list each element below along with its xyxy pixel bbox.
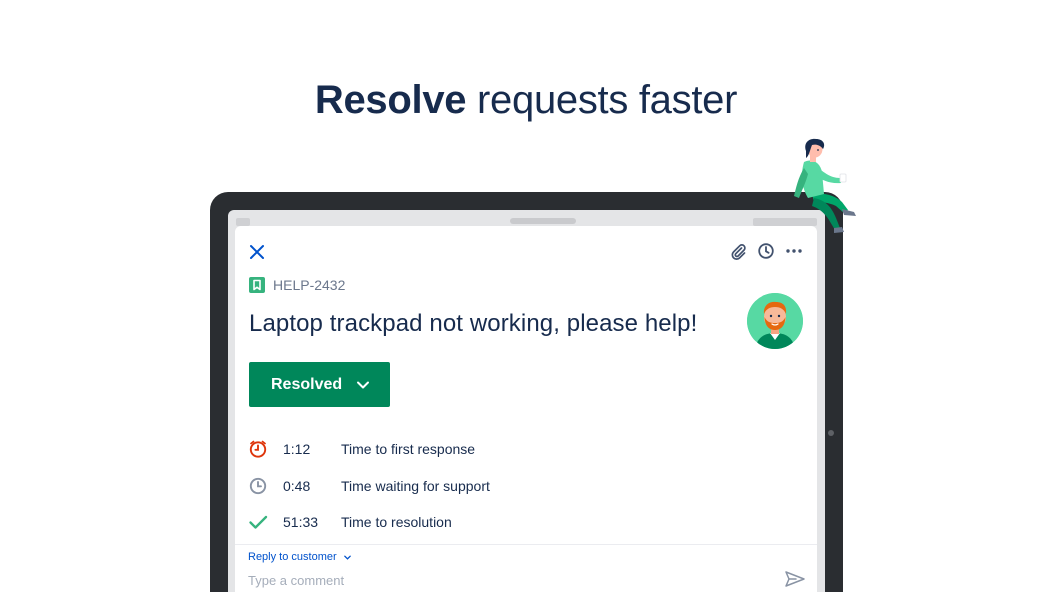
history-button[interactable] [757, 242, 775, 260]
sla-item-resolution: 51:33 Time to resolution [248, 504, 788, 540]
status-label: Resolved [271, 375, 343, 393]
sla-label: Time to first response [341, 441, 476, 457]
headline-bold: Resolve [314, 78, 467, 122]
alarm-clock-icon [248, 439, 268, 459]
reply-mode-selector[interactable]: Reply to customer [248, 551, 352, 563]
attachment-icon [731, 244, 746, 260]
more-button[interactable] [785, 242, 803, 260]
more-icon [786, 249, 802, 253]
avatar[interactable] [747, 293, 803, 349]
checkmark-icon [248, 512, 268, 532]
bookmark-icon [249, 277, 265, 293]
send-icon [785, 571, 805, 587]
issue-title: Laptop trackpad not working, please help… [249, 310, 698, 337]
close-icon [250, 245, 264, 259]
request-detail-card: HELP-2432 Laptop trackpad not working, p… [235, 226, 817, 592]
headline-rest: requests faster [466, 78, 738, 122]
toolbar-actions [729, 242, 803, 260]
send-button[interactable] [784, 569, 806, 589]
sla-label: Time waiting for support [341, 478, 490, 494]
clock-icon [758, 243, 774, 259]
chevron-down-icon [343, 555, 351, 560]
person-illustration [784, 136, 874, 236]
sla-item-first-response: 1:12 Time to first response [248, 430, 788, 468]
close-button[interactable] [247, 242, 267, 262]
headline: Resolve requests faster [0, 76, 1052, 124]
sla-list: 1:12 Time to first response 0:48 Time wa… [248, 430, 788, 540]
status-dropdown-button[interactable]: Resolved [249, 362, 390, 407]
sla-label: Time to resolution [341, 514, 452, 530]
app-store-banner: Resolve requests faster HELP-2432 Laptop… [0, 0, 1052, 592]
tablet-status-left [236, 218, 250, 226]
sla-item-waiting-support: 0:48 Time waiting for support [248, 468, 788, 504]
clock-icon [248, 476, 268, 496]
issue-key[interactable]: HELP-2432 [273, 277, 345, 293]
comment-input[interactable] [248, 570, 768, 590]
tablet-status-center [510, 218, 576, 224]
reply-mode-label: Reply to customer [248, 551, 337, 563]
divider [235, 544, 817, 545]
sla-time: 51:33 [283, 514, 319, 530]
chevron-down-icon [357, 381, 369, 389]
sla-time: 1:12 [283, 441, 311, 457]
tablet-camera [828, 430, 834, 436]
avatar-illustration [747, 293, 803, 349]
sla-time: 0:48 [283, 478, 311, 494]
attachment-button[interactable] [729, 242, 747, 260]
issue-key-row: HELP-2432 [249, 277, 345, 293]
